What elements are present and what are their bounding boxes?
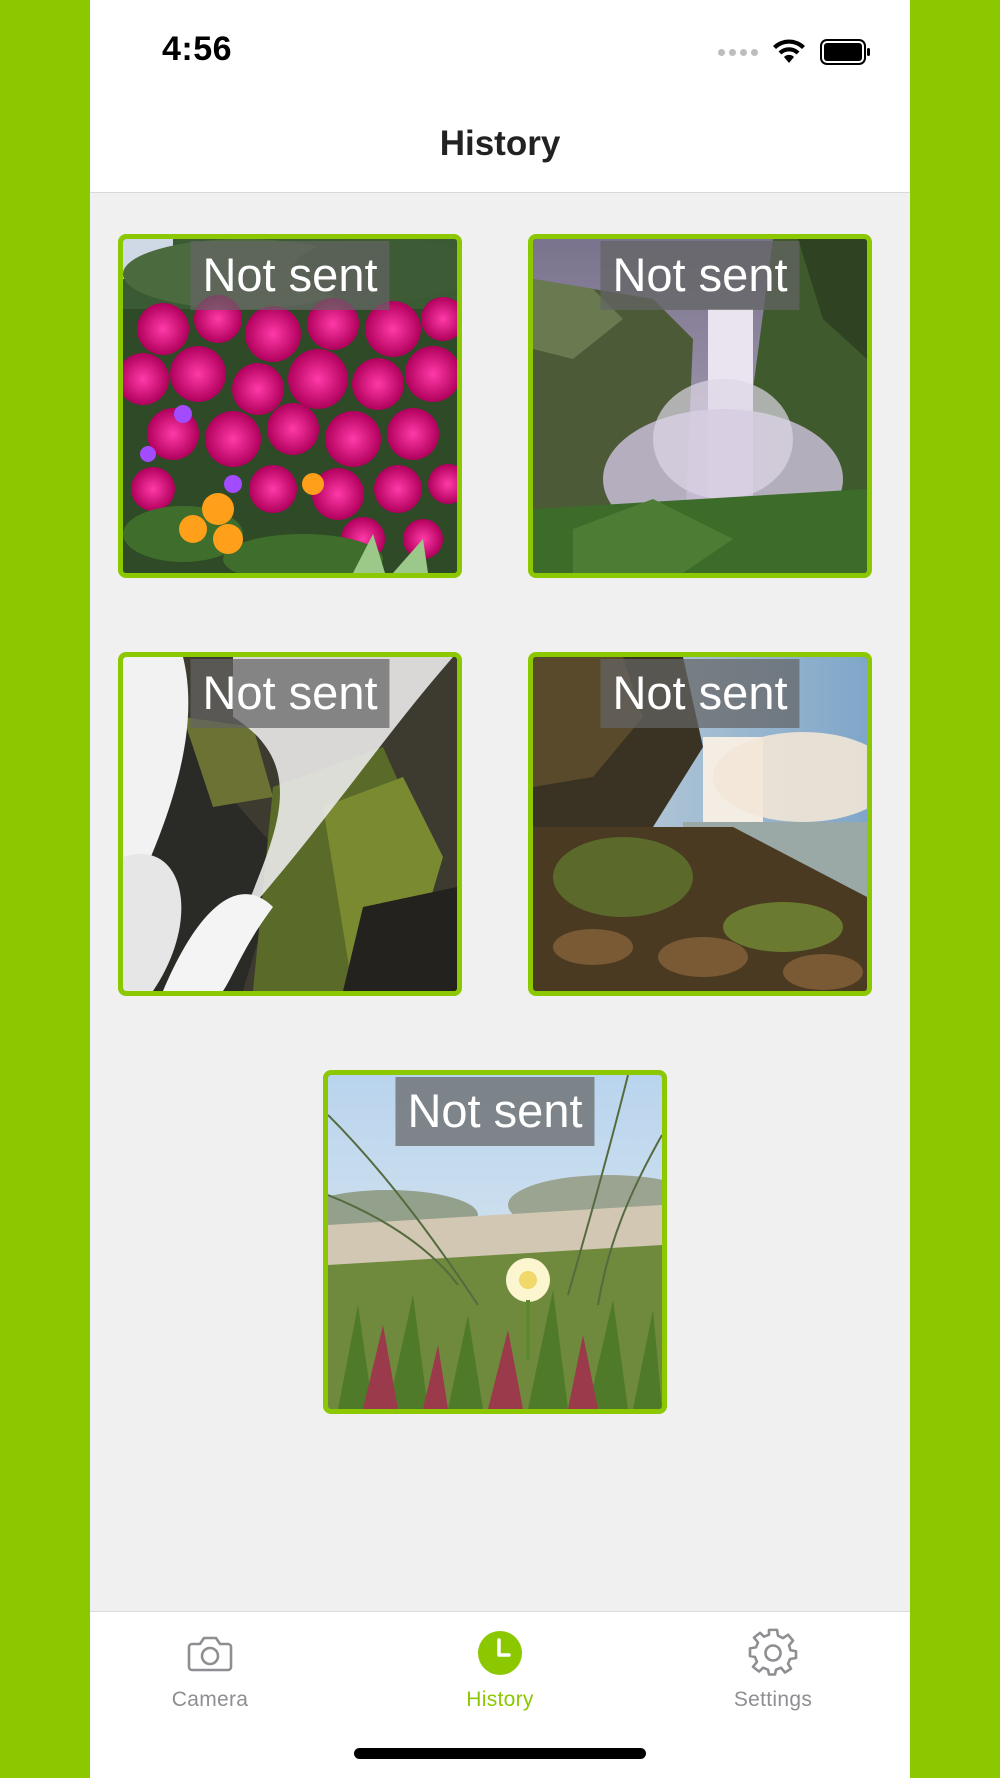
status-bar: 4:56 — [90, 0, 910, 100]
nav-bar: History — [90, 100, 910, 193]
tab-settings-label: Settings — [733, 1688, 813, 1711]
page-title: History — [439, 124, 561, 163]
gear-icon — [748, 1628, 798, 1676]
status-badge: Not sent — [395, 1077, 595, 1146]
history-card[interactable]: Not sent — [528, 652, 872, 996]
history-card[interactable]: Not sent — [118, 234, 462, 578]
cellular-signal-icon — [718, 48, 758, 56]
tab-camera-label: Camera — [171, 1688, 249, 1711]
camera-icon — [187, 1636, 233, 1672]
status-badge: Not sent — [190, 241, 390, 310]
tab-history[interactable]: History — [400, 1628, 600, 1712]
tab-history-label: History — [466, 1688, 534, 1711]
status-icons — [718, 38, 872, 66]
tab-camera[interactable]: Camera — [110, 1628, 310, 1712]
status-badge: Not sent — [600, 241, 800, 310]
battery-icon — [820, 39, 870, 65]
history-card[interactable]: Not sent — [323, 1070, 667, 1414]
status-badge: Not sent — [190, 659, 390, 728]
clock-icon — [478, 1631, 522, 1675]
phone-screen: 4:56 History Not sent Not sent Not sent … — [90, 0, 910, 1778]
history-card[interactable]: Not sent — [118, 652, 462, 996]
wifi-icon — [773, 39, 805, 63]
tab-settings[interactable]: Settings — [673, 1628, 873, 1712]
status-badge: Not sent — [600, 659, 800, 728]
home-indicator[interactable] — [354, 1748, 646, 1759]
history-card[interactable]: Not sent — [528, 234, 872, 578]
status-time: 4:56 — [162, 30, 233, 68]
